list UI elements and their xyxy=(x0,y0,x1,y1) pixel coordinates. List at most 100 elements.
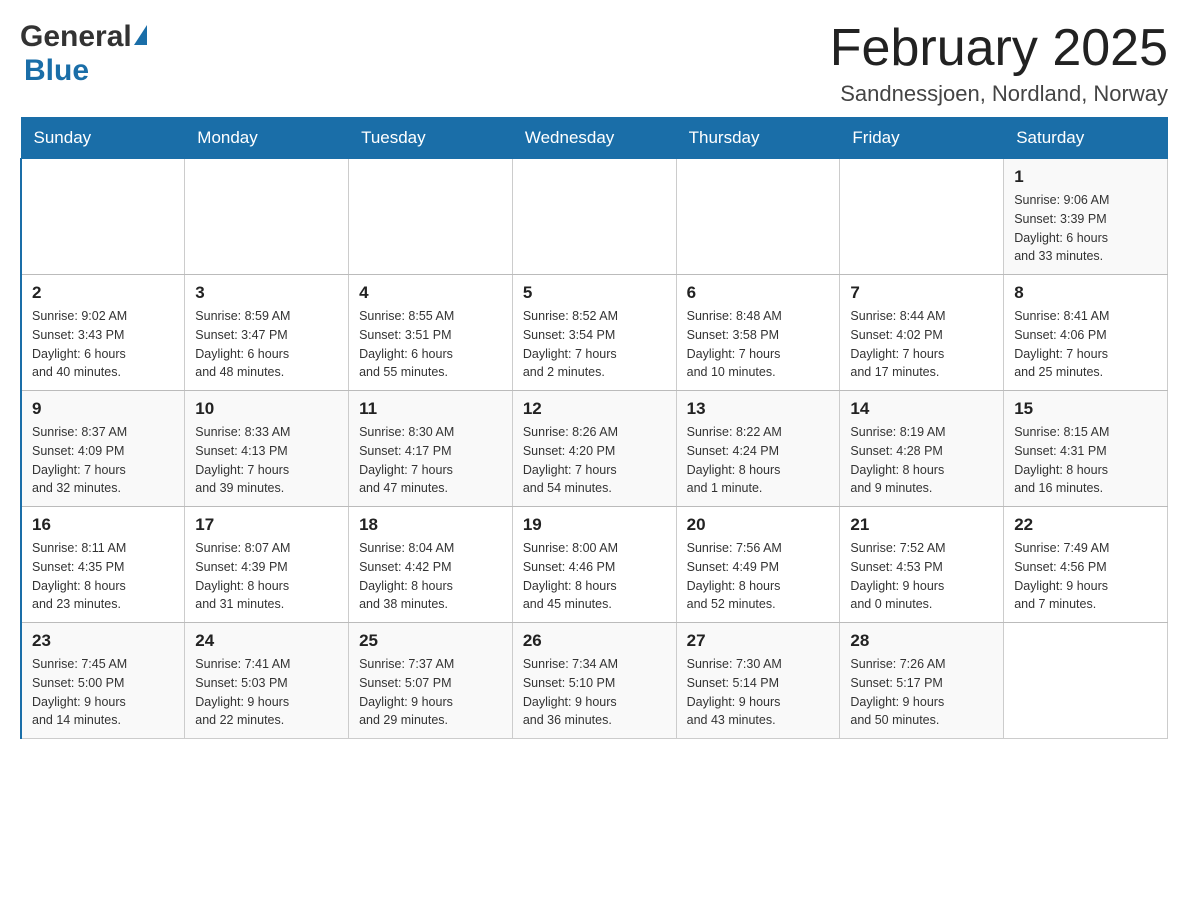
day-info: Sunrise: 7:45 AM Sunset: 5:00 PM Dayligh… xyxy=(32,655,174,730)
calendar-cell: 23 Sunrise: 7:45 AM Sunset: 5:00 PM Dayli… xyxy=(21,623,185,739)
calendar-cell xyxy=(21,159,185,275)
day-of-week-saturday: Saturday xyxy=(1004,118,1168,159)
calendar-cell: 13 Sunrise: 8:22 AM Sunset: 4:24 PM Dayli… xyxy=(676,391,840,507)
day-info: Sunrise: 8:55 AM Sunset: 3:51 PM Dayligh… xyxy=(359,307,502,382)
day-info: Sunrise: 8:22 AM Sunset: 4:24 PM Dayligh… xyxy=(687,423,830,498)
logo-triangle-icon xyxy=(134,25,147,45)
day-info: Sunrise: 9:02 AM Sunset: 3:43 PM Dayligh… xyxy=(32,307,174,382)
day-info: Sunrise: 8:33 AM Sunset: 4:13 PM Dayligh… xyxy=(195,423,338,498)
day-number: 19 xyxy=(523,515,666,535)
day-info: Sunrise: 8:48 AM Sunset: 3:58 PM Dayligh… xyxy=(687,307,830,382)
day-number: 21 xyxy=(850,515,993,535)
day-number: 17 xyxy=(195,515,338,535)
day-number: 4 xyxy=(359,283,502,303)
calendar-cell xyxy=(185,159,349,275)
calendar-cell: 3 Sunrise: 8:59 AM Sunset: 3:47 PM Daylig… xyxy=(185,275,349,391)
calendar-cell: 10 Sunrise: 8:33 AM Sunset: 4:13 PM Dayli… xyxy=(185,391,349,507)
calendar-week-row: 16 Sunrise: 8:11 AM Sunset: 4:35 PM Dayli… xyxy=(21,507,1168,623)
day-of-week-thursday: Thursday xyxy=(676,118,840,159)
calendar-table: SundayMondayTuesdayWednesdayThursdayFrid… xyxy=(20,117,1168,739)
day-info: Sunrise: 7:52 AM Sunset: 4:53 PM Dayligh… xyxy=(850,539,993,614)
day-number: 5 xyxy=(523,283,666,303)
day-number: 16 xyxy=(32,515,174,535)
day-info: Sunrise: 8:44 AM Sunset: 4:02 PM Dayligh… xyxy=(850,307,993,382)
day-info: Sunrise: 7:34 AM Sunset: 5:10 PM Dayligh… xyxy=(523,655,666,730)
calendar-cell: 9 Sunrise: 8:37 AM Sunset: 4:09 PM Daylig… xyxy=(21,391,185,507)
calendar-cell: 28 Sunrise: 7:26 AM Sunset: 5:17 PM Dayli… xyxy=(840,623,1004,739)
calendar-cell: 4 Sunrise: 8:55 AM Sunset: 3:51 PM Daylig… xyxy=(349,275,513,391)
day-number: 9 xyxy=(32,399,174,419)
day-of-week-sunday: Sunday xyxy=(21,118,185,159)
day-info: Sunrise: 8:11 AM Sunset: 4:35 PM Dayligh… xyxy=(32,539,174,614)
calendar-cell: 5 Sunrise: 8:52 AM Sunset: 3:54 PM Daylig… xyxy=(512,275,676,391)
calendar-cell: 24Sunrise: 7:41 AM Sunset: 5:03 PM Dayli… xyxy=(185,623,349,739)
calendar-cell xyxy=(840,159,1004,275)
calendar-cell xyxy=(512,159,676,275)
calendar-cell: 7Sunrise: 8:44 AM Sunset: 4:02 PM Daylig… xyxy=(840,275,1004,391)
day-info: Sunrise: 7:56 AM Sunset: 4:49 PM Dayligh… xyxy=(687,539,830,614)
page-header: General Blue February 2025 Sandnessjoen,… xyxy=(20,20,1168,107)
day-number: 2 xyxy=(32,283,174,303)
calendar-cell: 12Sunrise: 8:26 AM Sunset: 4:20 PM Dayli… xyxy=(512,391,676,507)
day-info: Sunrise: 7:37 AM Sunset: 5:07 PM Dayligh… xyxy=(359,655,502,730)
calendar-header: SundayMondayTuesdayWednesdayThursdayFrid… xyxy=(21,118,1168,159)
day-of-week-wednesday: Wednesday xyxy=(512,118,676,159)
day-info: Sunrise: 8:52 AM Sunset: 3:54 PM Dayligh… xyxy=(523,307,666,382)
calendar-week-row: 2 Sunrise: 9:02 AM Sunset: 3:43 PM Daylig… xyxy=(21,275,1168,391)
day-number: 26 xyxy=(523,631,666,651)
calendar-cell: 25 Sunrise: 7:37 AM Sunset: 5:07 PM Dayli… xyxy=(349,623,513,739)
calendar-cell: 22Sunrise: 7:49 AM Sunset: 4:56 PM Dayli… xyxy=(1004,507,1168,623)
day-of-week-tuesday: Tuesday xyxy=(349,118,513,159)
logo-blue-text: Blue xyxy=(24,54,89,87)
day-number: 12 xyxy=(523,399,666,419)
day-number: 11 xyxy=(359,399,502,419)
calendar-week-row: 23 Sunrise: 7:45 AM Sunset: 5:00 PM Dayli… xyxy=(21,623,1168,739)
day-of-week-monday: Monday xyxy=(185,118,349,159)
calendar-cell: 16 Sunrise: 8:11 AM Sunset: 4:35 PM Dayli… xyxy=(21,507,185,623)
calendar-cell: 27 Sunrise: 7:30 AM Sunset: 5:14 PM Dayli… xyxy=(676,623,840,739)
day-info: Sunrise: 8:00 AM Sunset: 4:46 PM Dayligh… xyxy=(523,539,666,614)
calendar-title: February 2025 xyxy=(830,20,1168,77)
calendar-cell: 11 Sunrise: 8:30 AM Sunset: 4:17 PM Dayli… xyxy=(349,391,513,507)
day-info: Sunrise: 8:59 AM Sunset: 3:47 PM Dayligh… xyxy=(195,307,338,382)
calendar-cell xyxy=(676,159,840,275)
calendar-cell: 21 Sunrise: 7:52 AM Sunset: 4:53 PM Dayli… xyxy=(840,507,1004,623)
day-info: Sunrise: 7:49 AM Sunset: 4:56 PM Dayligh… xyxy=(1014,539,1157,614)
calendar-cell: 19 Sunrise: 8:00 AM Sunset: 4:46 PM Dayli… xyxy=(512,507,676,623)
calendar-cell: 8Sunrise: 8:41 AM Sunset: 4:06 PM Daylig… xyxy=(1004,275,1168,391)
day-number: 28 xyxy=(850,631,993,651)
calendar-cell xyxy=(1004,623,1168,739)
logo-general-text: General xyxy=(20,20,132,54)
day-number: 3 xyxy=(195,283,338,303)
day-info: Sunrise: 8:07 AM Sunset: 4:39 PM Dayligh… xyxy=(195,539,338,614)
calendar-cell: 17 Sunrise: 8:07 AM Sunset: 4:39 PM Dayli… xyxy=(185,507,349,623)
calendar-cell: 2 Sunrise: 9:02 AM Sunset: 3:43 PM Daylig… xyxy=(21,275,185,391)
day-number: 20 xyxy=(687,515,830,535)
day-number: 14 xyxy=(850,399,993,419)
day-header-row: SundayMondayTuesdayWednesdayThursdayFrid… xyxy=(21,118,1168,159)
day-info: Sunrise: 9:06 AM Sunset: 3:39 PM Dayligh… xyxy=(1014,191,1157,266)
day-info: Sunrise: 8:04 AM Sunset: 4:42 PM Dayligh… xyxy=(359,539,502,614)
day-number: 25 xyxy=(359,631,502,651)
day-number: 23 xyxy=(32,631,174,651)
day-number: 27 xyxy=(687,631,830,651)
calendar-week-row: 9 Sunrise: 8:37 AM Sunset: 4:09 PM Daylig… xyxy=(21,391,1168,507)
title-section: February 2025 Sandnessjoen, Nordland, No… xyxy=(830,20,1168,107)
day-info: Sunrise: 8:30 AM Sunset: 4:17 PM Dayligh… xyxy=(359,423,502,498)
calendar-cell: 18Sunrise: 8:04 AM Sunset: 4:42 PM Dayli… xyxy=(349,507,513,623)
calendar-cell: 20 Sunrise: 7:56 AM Sunset: 4:49 PM Dayli… xyxy=(676,507,840,623)
calendar-cell: 15Sunrise: 8:15 AM Sunset: 4:31 PM Dayli… xyxy=(1004,391,1168,507)
day-info: Sunrise: 7:26 AM Sunset: 5:17 PM Dayligh… xyxy=(850,655,993,730)
calendar-subtitle: Sandnessjoen, Nordland, Norway xyxy=(830,81,1168,107)
day-of-week-friday: Friday xyxy=(840,118,1004,159)
day-info: Sunrise: 8:15 AM Sunset: 4:31 PM Dayligh… xyxy=(1014,423,1157,498)
day-number: 8 xyxy=(1014,283,1157,303)
day-info: Sunrise: 8:37 AM Sunset: 4:09 PM Dayligh… xyxy=(32,423,174,498)
day-info: Sunrise: 7:30 AM Sunset: 5:14 PM Dayligh… xyxy=(687,655,830,730)
day-info: Sunrise: 7:41 AM Sunset: 5:03 PM Dayligh… xyxy=(195,655,338,730)
logo: General Blue xyxy=(20,20,147,88)
calendar-cell: 26 Sunrise: 7:34 AM Sunset: 5:10 PM Dayli… xyxy=(512,623,676,739)
day-number: 13 xyxy=(687,399,830,419)
calendar-cell: 1Sunrise: 9:06 AM Sunset: 3:39 PM Daylig… xyxy=(1004,159,1168,275)
day-number: 10 xyxy=(195,399,338,419)
